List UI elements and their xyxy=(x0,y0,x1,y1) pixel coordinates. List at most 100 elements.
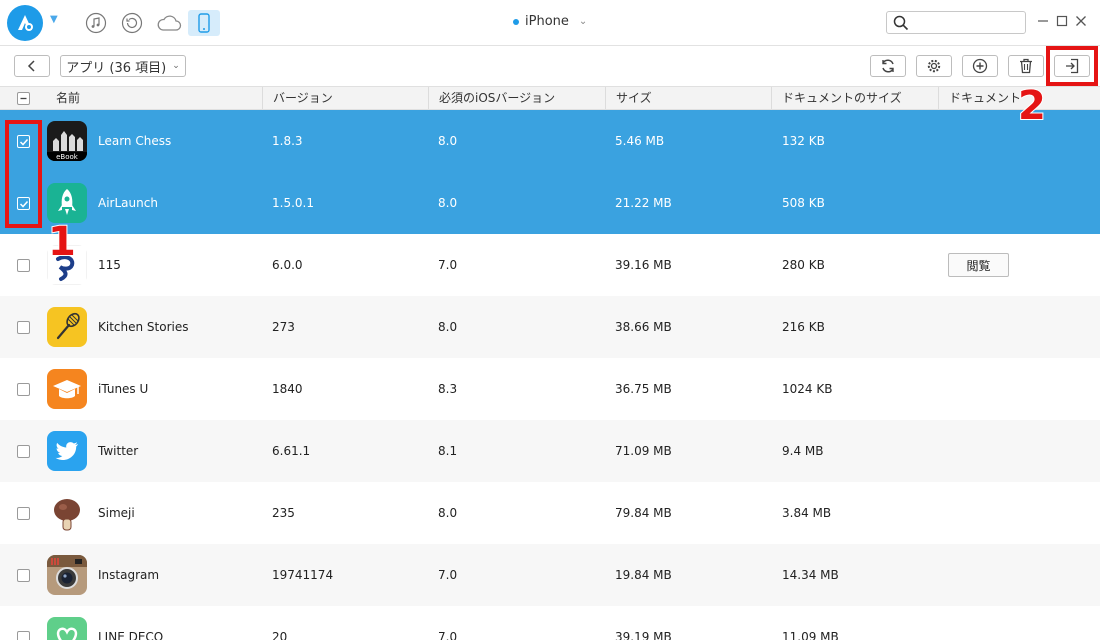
app-version: 20 xyxy=(272,630,288,640)
search-input[interactable] xyxy=(913,13,1021,32)
row-checkbox[interactable] xyxy=(17,569,30,582)
search-icon xyxy=(893,15,909,35)
app-version: 273 xyxy=(272,320,295,334)
column-header-name[interactable]: 名前 xyxy=(46,87,80,109)
close-icon[interactable] xyxy=(1074,14,1088,28)
app-version: 6.0.0 xyxy=(272,258,303,272)
app-version: 19741174 xyxy=(272,568,334,582)
app-ios-version: 8.0 xyxy=(438,196,458,210)
add-content-button[interactable] xyxy=(962,55,998,77)
app-version: 1.5.0.1 xyxy=(272,196,314,210)
row-checkbox[interactable] xyxy=(17,259,30,272)
app-name: Twitter xyxy=(98,444,139,458)
minimize-icon[interactable] xyxy=(1036,14,1050,28)
svg-text:eBook: eBook xyxy=(56,153,79,161)
chevron-left-icon xyxy=(27,60,35,72)
app-name: iTunes U xyxy=(98,382,149,396)
chevron-down-icon: ⌄ xyxy=(172,61,180,71)
title-bar: ▼ iPhone ⌄ xyxy=(0,0,1100,46)
column-header-ios-version[interactable]: 必須のiOSバージョン xyxy=(428,87,555,109)
column-header-version[interactable]: バージョン xyxy=(262,87,333,109)
trash-icon xyxy=(1020,58,1032,74)
settings-button[interactable] xyxy=(916,55,952,77)
app-name: Kitchen Stories xyxy=(98,320,189,334)
transfer-to-computer-button[interactable] xyxy=(1054,55,1090,77)
annotation-step-1: 1 xyxy=(47,219,77,265)
table-header: 名前 バージョン 必須のiOSバージョン サイズ ドキュメントのサイズ ドキュメ… xyxy=(0,86,1100,110)
app-document-size: 3.84 MB xyxy=(782,506,832,520)
icloud-icon[interactable] xyxy=(155,11,183,35)
logo-menu-chevron-icon[interactable]: ▼ xyxy=(50,14,58,25)
device-manager-icon[interactable] xyxy=(188,10,220,36)
twitter-icon xyxy=(47,431,87,471)
row-checkbox[interactable] xyxy=(17,383,30,396)
app-size: 79.84 MB xyxy=(615,506,672,520)
back-button[interactable] xyxy=(14,55,50,77)
app-size: 5.46 MB xyxy=(615,134,665,148)
table-row[interactable]: Simeji 235 8.0 79.84 MB 3.84 MB xyxy=(0,482,1100,544)
app-size: 21.22 MB xyxy=(615,196,672,210)
device-selector[interactable]: iPhone ⌄ xyxy=(513,14,587,29)
app-document-size: 1024 KB xyxy=(782,382,833,396)
table-row[interactable]: iTunes U 1840 8.3 36.75 MB 1024 KB xyxy=(0,358,1100,420)
app-version: 1840 xyxy=(272,382,303,396)
app-document-size: 508 KB xyxy=(782,196,825,210)
table-row[interactable]: AirLaunch 1.5.0.1 8.0 21.22 MB 508 KB xyxy=(0,172,1100,234)
app-size: 36.75 MB xyxy=(615,382,672,396)
line-deco-icon xyxy=(47,617,87,640)
app-version: 235 xyxy=(272,506,295,520)
table-row[interactable]: Kitchen Stories 273 8.0 38.66 MB 216 KB xyxy=(0,296,1100,358)
table-row[interactable]: LINE DECO 20 7.0 39.19 MB 11.09 MB xyxy=(0,606,1100,640)
anytrans-window: ▼ iPhone ⌄ アプリ (36 項目) ⌄ 名前 バージョン 必須のiOS… xyxy=(0,0,1100,640)
app-name: AirLaunch xyxy=(98,196,158,210)
maximize-icon[interactable] xyxy=(1055,14,1069,28)
app-name: 115 xyxy=(98,258,121,272)
app-ios-version: 7.0 xyxy=(438,258,458,272)
row-checkbox[interactable] xyxy=(17,631,30,640)
row-checkbox[interactable] xyxy=(17,507,30,520)
plus-circle-icon xyxy=(972,58,988,74)
device-status-dot xyxy=(513,18,519,25)
device-name: iPhone xyxy=(525,14,569,29)
row-checkbox[interactable] xyxy=(17,197,30,210)
app-ios-version: 8.0 xyxy=(438,506,458,520)
app-document-size: 132 KB xyxy=(782,134,825,148)
row-checkbox[interactable] xyxy=(17,445,30,458)
kitchen-stories-icon xyxy=(47,307,87,347)
app-document-size: 9.4 MB xyxy=(782,444,824,458)
table-row[interactable]: Twitter 6.61.1 8.1 71.09 MB 9.4 MB xyxy=(0,420,1100,482)
content-toolbar: アプリ (36 項目) ⌄ xyxy=(0,46,1100,86)
minus-icon xyxy=(20,97,27,100)
table-row[interactable]: 115 6.0.0 7.0 39.16 MB 280 KB 閲覧 xyxy=(0,234,1100,296)
music-icon[interactable] xyxy=(84,11,108,35)
app-name: Simeji xyxy=(98,506,135,520)
app-version: 1.8.3 xyxy=(272,134,303,148)
app-size: 39.16 MB xyxy=(615,258,672,272)
table-row[interactable]: eBook Learn Chess 1.8.3 8.0 5.46 MB 132 … xyxy=(0,110,1100,172)
row-checkbox[interactable] xyxy=(17,135,30,148)
column-header-documents[interactable]: ドキュメント xyxy=(938,87,1021,109)
table-row[interactable]: Instagram 19741174 7.0 19.84 MB 14.34 MB xyxy=(0,544,1100,606)
category-label: アプリ (36 項目) xyxy=(66,60,167,76)
search-box[interactable] xyxy=(886,11,1026,34)
app-ios-version: 7.0 xyxy=(438,568,458,582)
gear-icon xyxy=(927,59,941,73)
annotation-step-2: 2 xyxy=(1017,83,1047,129)
column-header-document-size[interactable]: ドキュメントのサイズ xyxy=(771,87,902,109)
category-dropdown[interactable]: アプリ (36 項目) ⌄ xyxy=(60,55,186,77)
view-documents-button[interactable]: 閲覧 xyxy=(948,253,1009,277)
app-ios-version: 8.0 xyxy=(438,320,458,334)
simeji-icon xyxy=(47,493,87,533)
refresh-icon xyxy=(882,59,894,73)
backup-restore-icon[interactable] xyxy=(120,11,144,35)
row-checkbox[interactable] xyxy=(17,321,30,334)
instagram-icon xyxy=(47,555,87,595)
column-header-size[interactable]: サイズ xyxy=(605,87,652,109)
delete-button[interactable] xyxy=(1008,55,1044,77)
airlaunch-icon xyxy=(47,183,87,223)
app-size: 39.19 MB xyxy=(615,630,672,640)
select-all-checkbox[interactable] xyxy=(17,92,30,105)
refresh-button[interactable] xyxy=(870,55,906,77)
app-logo-icon[interactable] xyxy=(7,5,43,41)
app-ios-version: 8.0 xyxy=(438,134,458,148)
